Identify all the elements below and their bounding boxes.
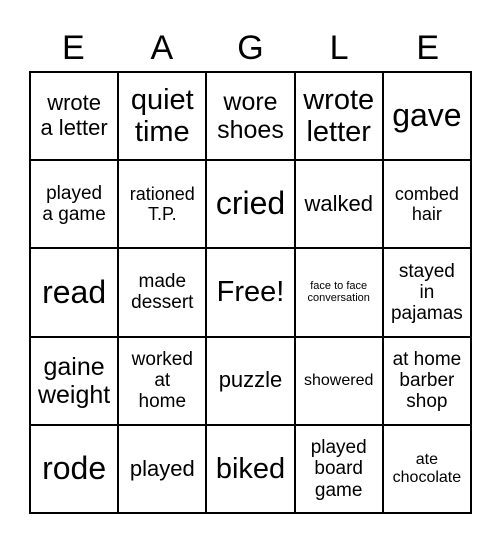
- bingo-cell[interactable]: showered: [294, 336, 383, 425]
- bingo-cell[interactable]: cried: [206, 160, 295, 249]
- cell-text: stayed in pajamas: [390, 260, 463, 325]
- cell-text: gave: [392, 97, 462, 134]
- bingo-cell[interactable]: played a game: [30, 160, 119, 249]
- bingo-cell[interactable]: puzzle: [206, 336, 295, 425]
- title-letter: E: [416, 29, 440, 67]
- cell-text: cried: [215, 185, 286, 222]
- bingo-cell[interactable]: played: [118, 424, 207, 513]
- cell-text: biked: [215, 452, 286, 485]
- title-letter: A: [150, 29, 174, 67]
- cell-text: quiet time: [130, 83, 194, 149]
- free-space-cell[interactable]: Free!: [206, 248, 295, 337]
- cell-text: played board game: [310, 436, 367, 501]
- bingo-cell[interactable]: made dessert: [118, 248, 207, 337]
- bingo-cell[interactable]: wrote letter: [294, 72, 383, 161]
- bingo-cell[interactable]: gave: [382, 72, 471, 161]
- cell-text: rationed T.P.: [129, 184, 195, 225]
- bingo-cell[interactable]: wore shoes: [206, 72, 295, 161]
- bingo-cell[interactable]: stayed in pajamas: [382, 248, 471, 337]
- cell-text: wrote a letter: [40, 90, 108, 141]
- bingo-grid: wrote a letter quiet time wore shoes wrote lett…: [29, 71, 472, 514]
- cell-text: puzzle: [218, 367, 283, 393]
- cell-text: ate chocolate: [392, 450, 462, 486]
- bingo-cell[interactable]: gaine weight: [30, 336, 119, 425]
- cell-text: made dessert: [131, 271, 194, 314]
- bingo-cell[interactable]: rationed T.P.: [118, 160, 207, 249]
- bingo-title: E A G L E: [29, 28, 472, 68]
- bingo-cell[interactable]: combed hair: [382, 160, 471, 249]
- cell-text: worked at home: [131, 348, 193, 413]
- cell-text: combed hair: [394, 184, 459, 225]
- cell-text: read: [42, 273, 107, 310]
- cell-text: played: [129, 455, 195, 481]
- cell-text: wore shoes: [217, 88, 284, 145]
- cell-text: rode: [42, 449, 107, 486]
- bingo-cell[interactable]: rode: [30, 424, 119, 513]
- bingo-cell[interactable]: worked at home: [118, 336, 207, 425]
- cell-text: played a game: [42, 183, 106, 226]
- cell-text: gaine weight: [37, 352, 111, 409]
- bingo-cell[interactable]: biked: [206, 424, 295, 513]
- cell-text: at home barber shop: [392, 348, 462, 413]
- bingo-cell[interactable]: face to face conversation: [294, 248, 383, 337]
- cell-text: Free!: [216, 276, 285, 309]
- cell-text: walked: [304, 190, 373, 216]
- bingo-cell[interactable]: wrote a letter: [30, 72, 119, 161]
- title-letter: L: [329, 29, 349, 67]
- bingo-cell[interactable]: ate chocolate: [382, 424, 471, 513]
- bingo-cell[interactable]: quiet time: [118, 72, 207, 161]
- bingo-cell[interactable]: read: [30, 248, 119, 337]
- bingo-cell[interactable]: played board game: [294, 424, 383, 513]
- title-letter: E: [61, 29, 85, 67]
- title-letter: G: [237, 29, 264, 67]
- cell-text: face to face conversation: [307, 280, 370, 305]
- bingo-cell[interactable]: at home barber shop: [382, 336, 471, 425]
- bingo-cell[interactable]: walked: [294, 160, 383, 249]
- cell-text: showered: [304, 371, 374, 389]
- cell-text: wrote letter: [303, 83, 375, 149]
